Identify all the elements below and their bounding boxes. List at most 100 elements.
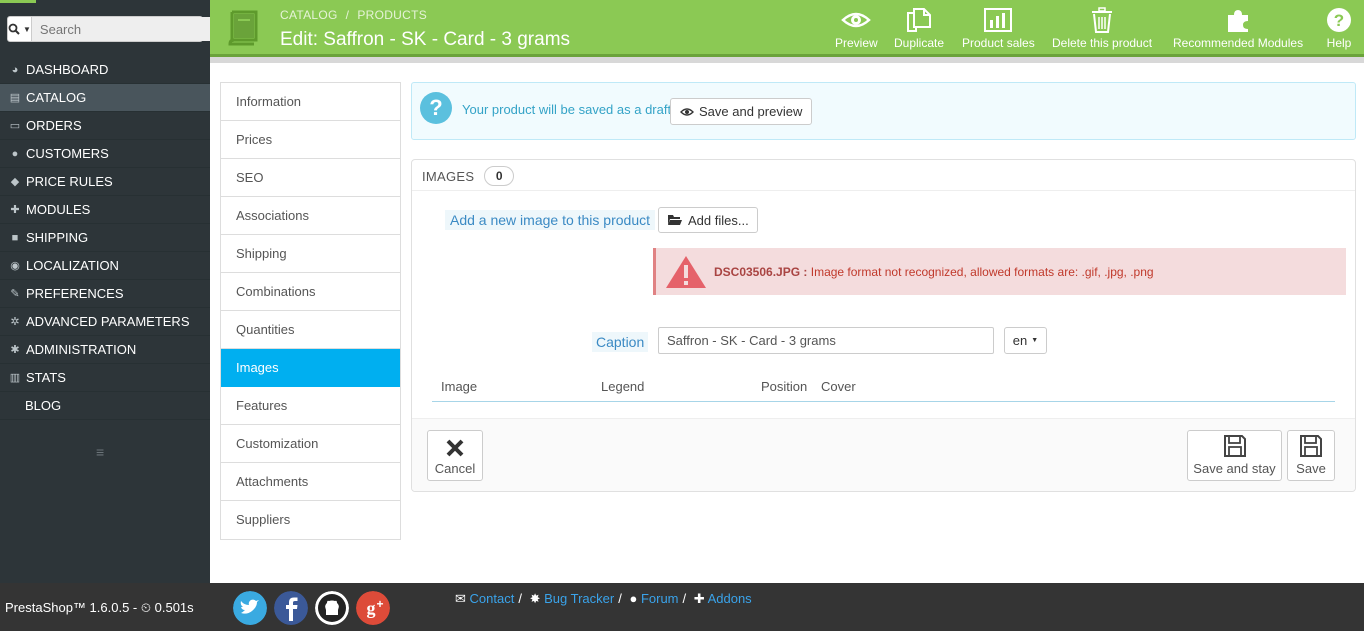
save-and-preview-button[interactable]: Save and preview [670,98,813,125]
nav-item-label: PREFERENCES [26,285,124,301]
search-scope-button[interactable]: ▼ [8,17,32,41]
error-message: DSC03506.JPG : Image format not recogniz… [714,265,1154,279]
nav-item-label: CUSTOMERS [26,145,109,161]
question-icon: ? [420,92,452,124]
breadcrumb-products[interactable]: PRODUCTS [357,8,427,22]
nav-item-catalog[interactable]: ▤ CATALOG [0,84,210,112]
nav-item-label: MODULES [26,201,91,217]
nav-item-shipping[interactable]: ■ SHIPPING [0,224,210,252]
tab-combinations[interactable]: Combinations [221,273,400,311]
recommended-modules-button[interactable]: Recommended Modules [1173,7,1303,50]
bug-tracker-link[interactable]: Bug Tracker [544,591,614,606]
twitter-icon[interactable] [233,591,267,625]
contact-link[interactable]: Contact [470,591,515,606]
caption-label: Caption [592,332,649,352]
tab-attachments[interactable]: Attachments [221,463,400,501]
add-files-button[interactable]: Add files... [658,207,758,233]
menu-collapse-icon[interactable]: ≡ [96,445,110,459]
addons-link[interactable]: Addons [708,591,752,606]
panel-title: IMAGES [422,168,475,184]
puzzle-icon [1228,10,1249,32]
tab-information[interactable]: Information [221,83,400,121]
tab-features[interactable]: Features [221,387,400,425]
warning-icon [666,255,706,288]
google-plus-icon[interactable]: g + [356,591,390,625]
column-position: Position [761,379,808,394]
tab-suppliers[interactable]: Suppliers [221,501,400,539]
nav-item-blog[interactable]: BLOG [0,392,210,420]
delete-product-button[interactable]: Delete this product [1052,7,1152,50]
github-icon[interactable] [315,591,349,625]
truck-icon: ■ [11,231,19,244]
page-header: CATALOG / PRODUCTS Edit: Saffron - SK - Ca… [210,0,1364,57]
save-button[interactable]: Save [1287,430,1335,481]
tab-quantities[interactable]: Quantities [221,311,400,349]
link-separator: / [682,591,687,606]
search-input[interactable] [31,17,216,41]
link-separator: / [518,591,522,606]
language-value: en [1012,333,1028,348]
nav-item-price-rules[interactable]: ◆ PRICE RULES [0,168,210,196]
nav-item-dashboard[interactable]: ◕ DASHBOARD [0,56,210,84]
eye-icon [841,12,872,28]
nav-item-preferences[interactable]: ✎ PREFERENCES [0,280,210,308]
table-header-divider [432,401,1335,402]
nav-item-label: ADVANCED PARAMETERS [26,313,190,329]
bar-chart-icon: ▥ [9,371,21,384]
nav-item-administration[interactable]: ✱ ADMINISTRATION [0,336,210,364]
tab-associations[interactable]: Associations [221,197,400,235]
preview-button[interactable]: Preview [835,7,878,50]
bar-chart-icon [984,8,1013,32]
product-tabs: Information Prices SEO Associations Shipping… [220,82,401,540]
help-label: Help [1326,36,1352,50]
credit-card-icon: ▭ [9,119,21,132]
product-sales-button[interactable]: Product sales [962,7,1035,50]
tab-prices[interactable]: Prices [221,121,400,159]
nav-item-localization[interactable]: ◉ LOCALIZATION [0,252,210,280]
link-separator: / [618,591,622,606]
nav-item-advanced-parameters[interactable]: ✲ ADVANCED PARAMETERS [0,308,210,336]
puzzle-icon: ✚ [693,591,705,606]
svg-text:g: g [367,598,376,618]
nav-item-label: ADMINISTRATION [26,341,137,357]
tab-images[interactable]: Images [221,349,400,387]
nav-item-orders[interactable]: ▭ ORDERS [0,112,210,140]
gear-icon: ✱ [10,343,20,356]
heading-divider [412,190,1355,191]
forum-link[interactable]: Forum [641,591,679,606]
tag-icon: ◆ [10,175,20,188]
delete-product-label: Delete this product [1052,36,1153,50]
nav-item-customers[interactable]: ● CUSTOMERS [0,140,210,168]
nav-item-stats[interactable]: ▥ STATS [0,364,210,392]
breadcrumb-catalog[interactable]: CATALOG [280,8,338,22]
nav-item-modules[interactable]: ✚ MODULES [0,196,210,224]
book-icon: ▤ [9,91,21,104]
facebook-icon[interactable] [274,591,308,625]
language-select[interactable]: en ▼ [1004,327,1047,354]
column-image: Image [441,379,478,394]
cancel-label: Cancel [434,461,476,476]
help-button[interactable]: ? Help [1324,7,1354,50]
help-icon: ? [1327,8,1351,32]
caret-down-icon: ▼ [23,24,31,34]
cancel-button[interactable]: Cancel [427,430,483,481]
clock-icon: ⏲ [140,600,151,615]
puzzle-icon: ✚ [10,203,20,216]
error-filename: DSC03506.JPG : [714,264,808,279]
save-and-stay-button[interactable]: Save and stay [1187,430,1282,481]
version-text: PrestaShop™ 1.6.0.5 - [5,600,141,615]
tab-customization[interactable]: Customization [221,425,400,463]
tab-seo[interactable]: SEO [221,159,400,197]
footer-links: ✉ Contact / ✸ Bug Tracker / ● Forum / ✚ Add… [455,591,752,607]
folder-open-icon [668,215,682,225]
save-and-preview-label: Save and preview [699,104,803,119]
nav-item-label: BLOG [25,397,62,413]
product-sales-label: Product sales [962,36,1035,50]
duplicate-button[interactable]: Duplicate [894,7,944,50]
cogs-icon: ✲ [10,315,20,328]
add-image-label: Add a new image to this product [445,210,656,230]
draft-message: Your product will be saved as a draft. [462,102,675,117]
nav-item-label: STATS [26,369,66,385]
tab-shipping[interactable]: Shipping [221,235,400,273]
caption-input[interactable] [658,327,994,354]
